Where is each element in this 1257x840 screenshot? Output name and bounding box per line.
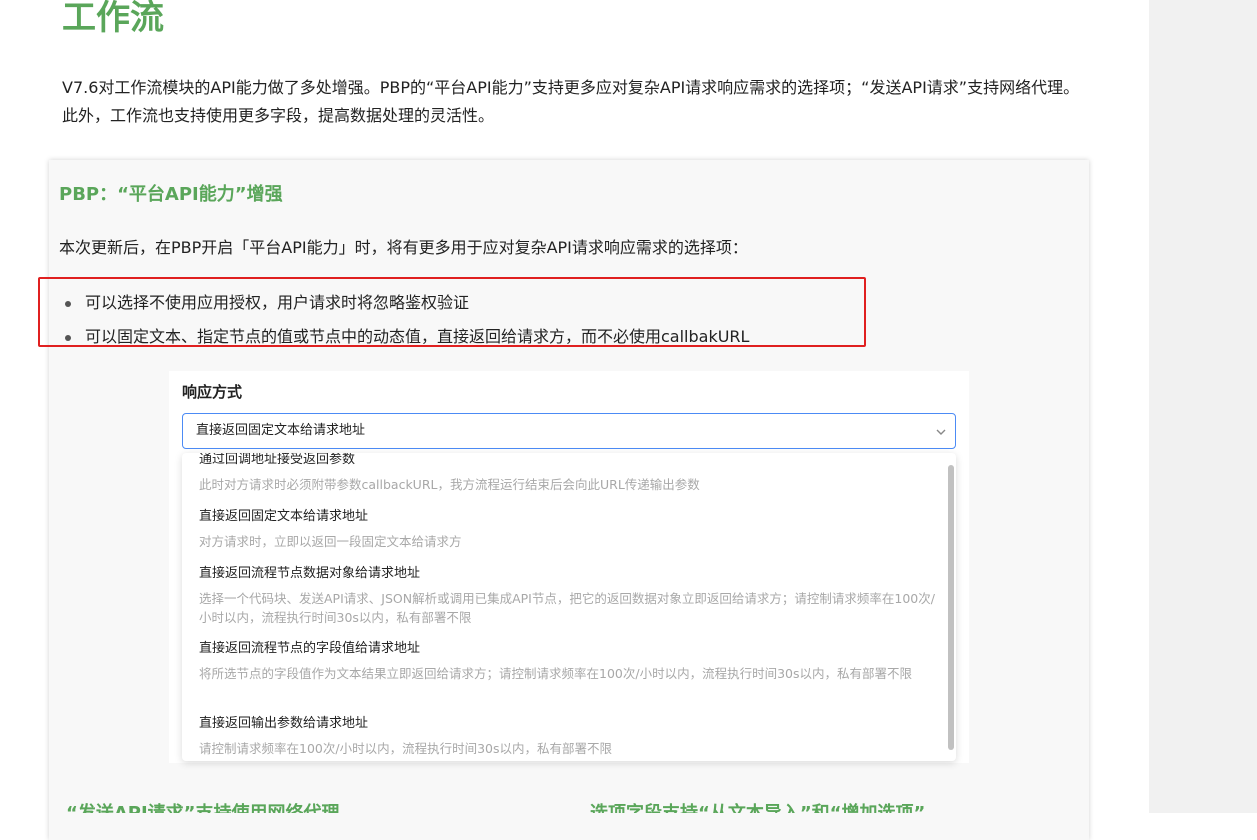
dropdown-option-output-params[interactable]: 直接返回输出参数给请求地址 请控制请求频率在100次/小时以内，流程执行时间30… [199,715,939,758]
dropdown-option-node-field-value[interactable]: 直接返回流程节点的字段值给请求地址 将所选节点的字段值作为文本结果立即返回给请求… [199,640,939,683]
right-side-panel [1149,0,1257,813]
option-description: 此时对方请求时必须附带参数callbackURL，我方流程运行结束后会向此URL… [199,477,700,492]
response-mode-select[interactable]: 直接返回固定文本给请求地址 [182,413,956,449]
dropdown-scrollbar[interactable] [948,465,954,750]
option-description: 请控制请求频率在100次/小时以内，流程执行时间30s以内，私有部署不限 [199,741,612,756]
selected-value: 直接返回固定文本给请求地址 [196,423,366,438]
dropdown-option-fixed-text[interactable]: 直接返回固定文本给请求地址 对方请求时，立即以返回一段固定文本给请求方 [199,508,939,551]
intro-paragraph: V7.6对工作流模块的API能力做了多处增强。PBP的“平台API能力”支持更多… [62,78,1080,125]
embedded-form-screenshot: 响应方式 直接返回固定文本给请求地址 通过回调地址接受返回参数 此时对方请求时必… [169,371,969,763]
next-heading-right: 选项字段支持“从文本导入”和“增加选项” [590,803,925,813]
option-title: 通过回调地址接受返回参数 [199,453,356,467]
dropdown-option-callback[interactable]: 通过回调地址接受返回参数 此时对方请求时必须附带参数callbackURL，我方… [199,453,939,494]
card-description: 本次更新后，在PBP开启「平台API能力」时，将有更多用于应对复杂API请求响应… [59,238,748,257]
next-heading-left: “发送API请求”支持使用网络代理 [66,803,339,813]
option-title: 直接返回流程节点的字段值给请求地址 [199,641,421,656]
option-title: 直接返回输出参数给请求地址 [199,716,369,731]
card-title: PBP：“平台API能力”增强 [59,184,283,205]
option-description: 对方请求时，立即以返回一段固定文本给请求方 [199,534,462,549]
option-title: 直接返回固定文本给请求地址 [199,509,369,524]
page-title: 工作流 [62,0,164,38]
dropdown-option-node-data-object[interactable]: 直接返回流程节点数据对象给请求地址 选择一个代码块、发送API请求、JSON解析… [199,565,939,627]
chevron-down-icon [936,429,946,435]
response-mode-dropdown: 通过回调地址接受返回参数 此时对方请求时必须附带参数callbackURL，我方… [182,453,956,761]
option-description: 将所选节点的字段值作为文本结果立即返回给请求方；请控制请求频率在100次/小时以… [199,666,912,681]
option-title: 直接返回流程节点数据对象给请求地址 [199,566,421,581]
option-description: 选择一个代码块、发送API请求、JSON解析或调用已集成API节点，把它的返回数… [199,591,935,625]
response-mode-label: 响应方式 [182,383,243,401]
next-section-headings: “发送API请求”支持使用网络代理 选项字段支持“从文本导入”和“增加选项” [0,803,1149,813]
highlight-box [38,277,866,347]
